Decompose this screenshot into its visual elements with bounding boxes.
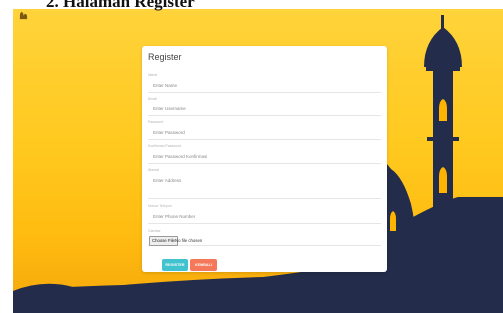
photo-label: Gambar: [148, 229, 161, 233]
phone-input[interactable]: Enter Phone Number: [148, 210, 381, 224]
choose-file-button[interactable]: Choose File: [149, 236, 178, 246]
confirm-password-label: Konfirmasi Password: [148, 144, 181, 148]
password-label: Password: [148, 120, 164, 124]
name-input[interactable]: Enter Name: [148, 79, 381, 93]
back-button[interactable]: KEMBALI: [190, 259, 217, 271]
register-card: Register Name Enter Name Email Enter Use…: [142, 46, 387, 272]
document-heading: 2. Halaman Register: [46, 0, 195, 11]
register-title: Register: [148, 52, 182, 62]
email-input[interactable]: Enter Username: [148, 102, 381, 116]
register-page: Register Name Enter Name Email Enter Use…: [13, 9, 503, 313]
register-button[interactable]: REGISTER: [162, 259, 188, 271]
phone-label: Nomor Telepon: [148, 204, 172, 208]
address-label: Alamat: [148, 168, 159, 172]
file-status-text: No file chosen: [175, 238, 203, 243]
confirm-password-input[interactable]: Enter Password Konfirmasi: [148, 150, 381, 164]
name-label: Name: [148, 73, 158, 77]
password-input[interactable]: Enter Password: [148, 126, 381, 140]
address-textarea[interactable]: Enter Address: [148, 174, 381, 199]
photo-file-input: Choose File No file chosen: [148, 236, 381, 246]
email-label: Email: [148, 97, 157, 101]
